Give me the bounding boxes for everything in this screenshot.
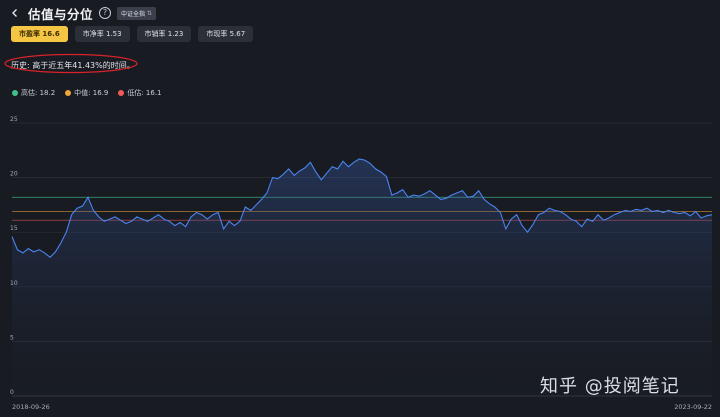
y-tick-label-10: 10 bbox=[10, 280, 18, 287]
y-tick-label-0: 0 bbox=[10, 389, 14, 396]
pe-line-chart[interactable]: 0 5 10 15 20 25 2018-09-26 2023-09-22 bbox=[0, 0, 720, 417]
y-tick-label-5: 5 bbox=[10, 334, 14, 341]
x-tick-label-start: 2018-09-26 bbox=[12, 403, 50, 411]
y-tick-label-25: 25 bbox=[10, 116, 18, 123]
watermark-text: 知乎 @投阅笔记 bbox=[540, 376, 680, 397]
x-tick-label-end: 2023-09-22 bbox=[674, 403, 712, 411]
pe-area-fill bbox=[12, 159, 712, 396]
y-tick-label-20: 20 bbox=[10, 171, 18, 178]
y-tick-label-15: 15 bbox=[10, 225, 18, 232]
